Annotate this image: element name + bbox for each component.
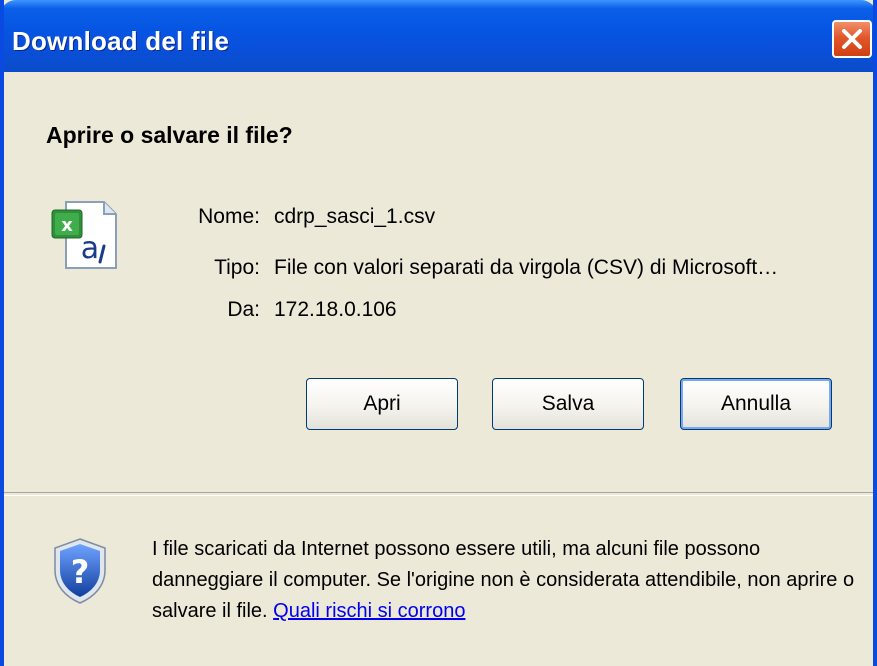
svg-text:?: ? — [71, 553, 90, 591]
svg-text:a: a — [81, 231, 99, 266]
svg-text:x: x — [61, 215, 73, 236]
type-value: File con valori separati da virgola (CSV… — [274, 256, 779, 279]
source-value: 172.18.0.106 — [274, 298, 397, 321]
type-label: Tipo: — [214, 256, 260, 279]
security-warning: I file scaricati da Internet possono ess… — [152, 534, 862, 627]
open-button[interactable]: Apri — [306, 378, 458, 430]
risks-link[interactable]: Quali rischi si corrono — [273, 600, 465, 622]
save-button[interactable]: Salva — [492, 378, 644, 430]
warning-text: I file scaricati da Internet possono ess… — [152, 538, 855, 622]
name-value: cdrp_sasci_1.csv — [274, 205, 436, 228]
name-label: Nome: — [198, 205, 260, 228]
close-button[interactable] — [832, 20, 872, 58]
window-title: Download del file — [12, 26, 230, 56]
dialog-question: Aprire o salvare il file? — [46, 122, 293, 148]
title-bar[interactable]: Download del file — [4, 0, 873, 72]
separator — [4, 492, 873, 496]
shield-question-icon: ? — [50, 536, 110, 611]
source-label: Da: — [227, 298, 260, 321]
close-icon — [842, 29, 862, 49]
download-dialog: Download del file Aprire o salvare il fi… — [0, 0, 877, 666]
cancel-button[interactable]: Annulla — [680, 378, 832, 430]
